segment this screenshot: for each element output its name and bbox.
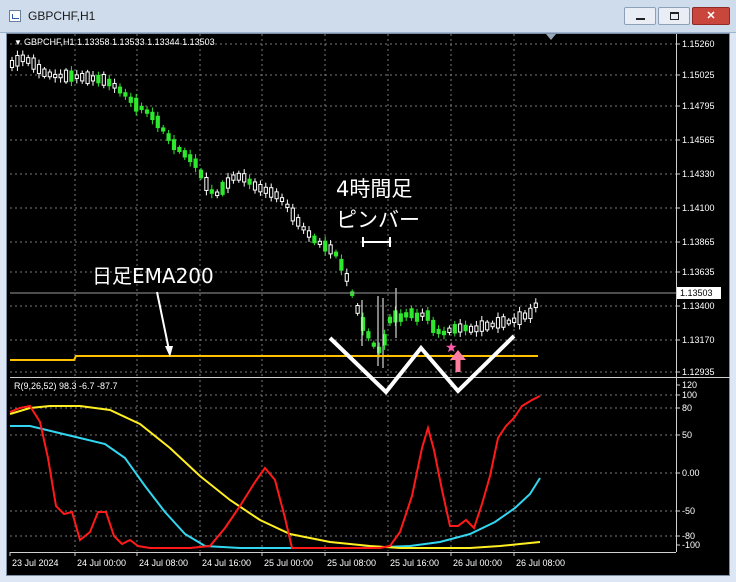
indicator-tick-label: -100 — [682, 540, 700, 550]
indicator-tick-label: 100 — [682, 390, 697, 400]
collapse-icon[interactable]: ▼ — [14, 38, 22, 47]
price-tick-label: 1.13865 — [682, 237, 715, 247]
time-tick-label: 24 Jul 16:00 — [202, 558, 251, 568]
time-tick-label: 26 Jul 08:00 — [516, 558, 565, 568]
time-tick-label: 24 Jul 08:00 — [139, 558, 188, 568]
indicator-tick-label: -50 — [682, 506, 695, 516]
pinbar-annotation-line2: ピンバー — [336, 208, 420, 232]
ema-annotation: 日足EMA200 — [92, 264, 214, 288]
time-axis: 23 Jul 2024 24 Jul 00:00 24 Jul 08:00 24 Ju… — [9, 552, 565, 568]
time-tick-label: 25 Jul 00:00 — [264, 558, 313, 568]
indicator-tick-label: 80 — [682, 403, 692, 413]
chart-canvas[interactable]: ▼ GBPCHF,H1 1.13358 1.13533 1.13344 1.13… — [0, 0, 736, 582]
current-price-label: 1.13503 — [680, 288, 713, 298]
price-tick-label: 1.15260 — [682, 39, 715, 49]
price-tick-label: 1.13170 — [682, 335, 715, 345]
price-tick-label: 1.14795 — [682, 101, 715, 111]
price-axis: 1.15260 1.15025 1.14795 1.14565 1.14330 1.141… — [676, 39, 715, 377]
time-tick-label: 25 Jul 16:00 — [390, 558, 439, 568]
price-tick-label: 1.14565 — [682, 135, 715, 145]
price-tick-label: 1.14330 — [682, 169, 715, 179]
time-tick-label: 25 Jul 08:00 — [327, 558, 376, 568]
indicator-axis: 12010080500.00-50-80-100 — [676, 380, 700, 550]
star-icon: ★ — [445, 339, 458, 355]
chart-info: GBPCHF,H1 1.13358 1.13533 1.13344 1.1350… — [24, 37, 215, 47]
price-tick-label: 1.15025 — [682, 70, 715, 80]
indicator-tick-label: 50 — [682, 430, 692, 440]
indicator-tick-label: 0.00 — [682, 468, 700, 478]
time-tick-label: 23 Jul 2024 — [12, 558, 59, 568]
price-tick-label: 1.14100 — [682, 203, 715, 213]
time-tick-label: 26 Jul 00:00 — [453, 558, 502, 568]
price-tick-label: 1.13635 — [682, 267, 715, 277]
pinbar-annotation-line1: 4時間足 — [336, 177, 412, 201]
time-tick-label: 24 Jul 00:00 — [77, 558, 126, 568]
price-tick-label: 1.12935 — [682, 367, 715, 377]
price-tick-label: 1.13400 — [682, 301, 715, 311]
indicator-info: R(9,26,52) 98.3 -6.7 -87.7 — [14, 381, 118, 391]
indicator-tick-label: 120 — [682, 380, 697, 390]
